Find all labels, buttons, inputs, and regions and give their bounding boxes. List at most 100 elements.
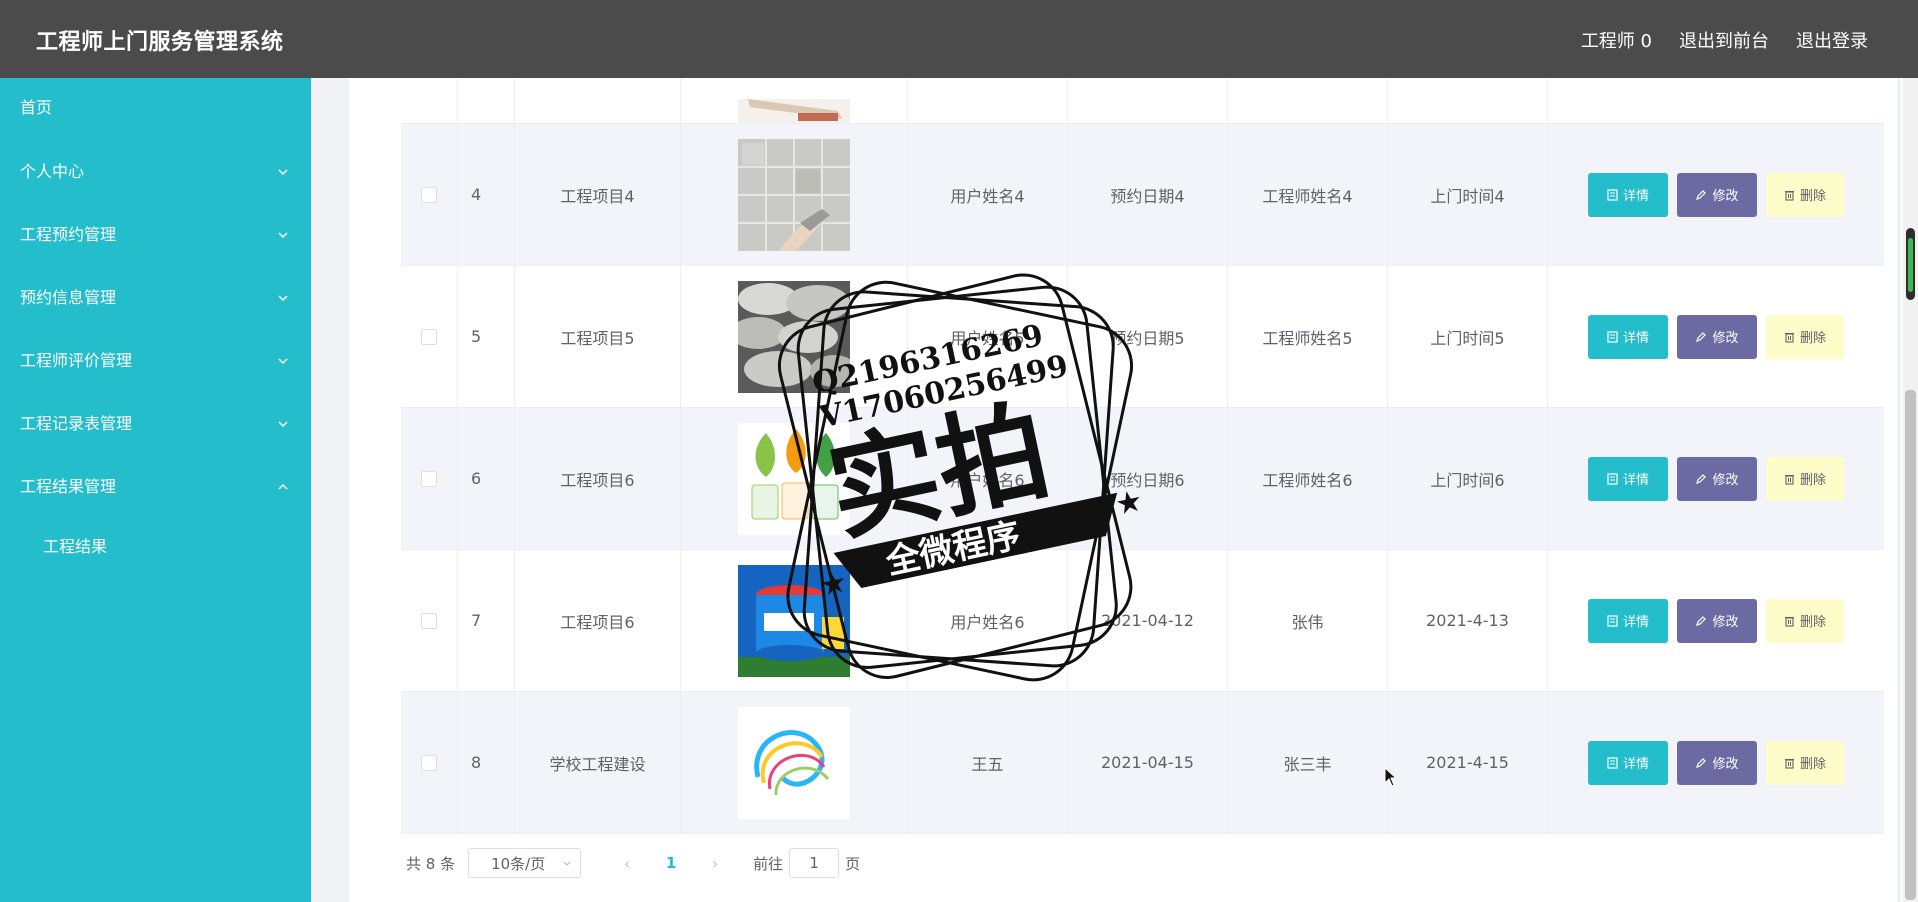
row-user: 王五 [908, 692, 1068, 833]
row-thumbnail [738, 280, 850, 393]
back-to-front-link[interactable]: 退出到前台 [1679, 27, 1769, 53]
pagination: 共 8 条 10条/页 ‹ 1 › 前往 1 页 [406, 848, 860, 878]
detail-button[interactable]: 详情 [1588, 314, 1668, 359]
chevron-down-icon [278, 295, 288, 302]
row-engineer: 工程师姓名6 [1228, 408, 1388, 549]
row-checkbox[interactable] [421, 328, 437, 345]
page-size-select[interactable]: 10条/页 [468, 848, 582, 878]
sidebar-item-engineer-review[interactable]: 工程师评价管理 [0, 333, 311, 389]
row-visit-time: 上门时间5 [1388, 266, 1548, 407]
chevron-up-icon [278, 483, 288, 490]
sidebar-item-label: 工程结果管理 [20, 477, 117, 496]
sidebar-item-personal-center[interactable]: 个人中心 [0, 144, 311, 200]
top-bar: 工程师上门服务管理系统 工程师 0 退出到前台 退出登录 [0, 0, 1918, 78]
row-project: 工程项目4 [515, 124, 681, 265]
prev-page-button[interactable]: ‹ [609, 854, 645, 873]
page-number[interactable]: 1 [653, 854, 689, 872]
delete-button[interactable]: 删除 [1766, 314, 1844, 359]
row-engineer: 工程师姓名5 [1228, 266, 1388, 407]
row-date: 预约日期4 [1068, 124, 1228, 265]
user-label[interactable]: 工程师 0 [1581, 27, 1652, 53]
row-user: 用户姓名4 [908, 124, 1068, 265]
sidebar-item-label: 个人中心 [20, 162, 85, 181]
row-project: 工程项目6 [515, 550, 681, 691]
document-icon [1607, 756, 1618, 769]
chevron-down-icon [278, 421, 288, 428]
row-checkbox[interactable] [421, 470, 437, 487]
edit-button[interactable]: 修改 [1677, 456, 1757, 501]
sidebar-item-booking-info[interactable]: 预约信息管理 [0, 270, 311, 326]
sidebar-item-label: 工程预约管理 [20, 225, 117, 244]
delete-button[interactable]: 删除 [1766, 172, 1844, 217]
delete-button[interactable]: 删除 [1766, 740, 1844, 785]
detail-button[interactable]: 详情 [1588, 456, 1668, 501]
row-user: 用户姓名6 [908, 550, 1068, 691]
row-visit-time: 上门时间4 [1388, 124, 1548, 265]
edit-button[interactable]: 修改 [1677, 172, 1757, 217]
trash-icon [1784, 758, 1794, 769]
app-title: 工程师上门服务管理系统 [36, 30, 284, 55]
row-visit-time: 2021-4-13 [1388, 550, 1548, 691]
results-table: 4 工程项目4 用户姓名4 预约日期4 工程师姓名4 上门时间4 详情 修改 删… [401, 78, 1884, 835]
row-project: 工程项目6 [515, 408, 681, 549]
sidebar-item-project-records[interactable]: 工程记录表管理 [0, 396, 311, 452]
next-page-button[interactable]: › [697, 854, 733, 873]
row-checkbox[interactable] [421, 754, 437, 771]
edit-button[interactable]: 修改 [1677, 598, 1757, 643]
document-icon [1607, 614, 1618, 627]
document-icon [1607, 472, 1618, 485]
delete-button[interactable]: 删除 [1766, 598, 1844, 643]
row-date: 2021-04-15 [1068, 692, 1228, 833]
chevron-down-icon [278, 169, 288, 176]
sidebar-item-home[interactable]: 首页 [0, 80, 311, 136]
scrollbar-thumb[interactable] [1905, 390, 1916, 900]
mouse-cursor-icon [1384, 767, 1398, 787]
goto-page-input[interactable]: 1 [789, 848, 840, 878]
row-engineer: 张三丰 [1228, 692, 1388, 833]
table-row: 6 工程项目6 用户姓名6 预约日期6 工程师姓名6 上门时间6 详情 修改 删… [401, 408, 1884, 550]
row-index: 4 [458, 124, 515, 265]
pencil-icon [1696, 615, 1707, 626]
sidebar-item-project-booking[interactable]: 工程预约管理 [0, 207, 311, 263]
sidebar-item-label: 工程记录表管理 [20, 414, 133, 433]
table-row [401, 78, 1884, 124]
sidebar: 首页 个人中心 工程预约管理 预约信息管理 工程师评价管理 工程记录表管理 工程… [0, 78, 311, 902]
table-row: 4 工程项目4 用户姓名4 预约日期4 工程师姓名4 上门时间4 详情 修改 删… [401, 124, 1884, 266]
pencil-icon [1696, 757, 1707, 768]
sidebar-subitem-results[interactable]: 工程结果 [0, 522, 311, 572]
total-count: 共 8 条 [406, 854, 456, 873]
edit-button[interactable]: 修改 [1677, 314, 1757, 359]
logout-link[interactable]: 退出登录 [1796, 27, 1868, 53]
trash-icon [1784, 616, 1794, 627]
detail-button[interactable]: 详情 [1588, 172, 1668, 217]
delete-button[interactable]: 删除 [1766, 456, 1844, 501]
row-index: 7 [458, 550, 515, 691]
detail-button[interactable]: 详情 [1588, 598, 1668, 643]
row-user: 用户姓名6 [908, 408, 1068, 549]
pencil-icon [1696, 473, 1707, 484]
row-project: 工程项目5 [515, 266, 681, 407]
trash-icon [1784, 332, 1794, 343]
goto-label: 前往 [753, 854, 784, 873]
row-checkbox[interactable] [421, 186, 437, 203]
chevron-down-icon [278, 232, 288, 239]
row-user: 用户姓名5 [908, 266, 1068, 407]
goto-suffix: 页 [845, 854, 861, 873]
edit-button[interactable]: 修改 [1677, 740, 1757, 785]
sidebar-item-project-results[interactable]: 工程结果管理 [0, 459, 311, 515]
sidebar-item-label: 工程师评价管理 [20, 351, 133, 370]
row-engineer: 工程师姓名4 [1228, 124, 1388, 265]
mini-scroll-indicator-inner [1908, 238, 1913, 292]
pencil-icon [1696, 189, 1707, 200]
trash-icon [1784, 474, 1794, 485]
row-thumbnail [738, 138, 850, 251]
detail-button[interactable]: 详情 [1588, 740, 1668, 785]
sidebar-item-label: 预约信息管理 [20, 288, 117, 307]
table-row: 5 工程项目5 用户姓名5 预约日期5 工程师姓名5 上门时间5 详情 修改 删… [401, 266, 1884, 408]
row-thumbnail [738, 422, 850, 535]
row-project: 学校工程建设 [515, 692, 681, 833]
content-card: 4 工程项目4 用户姓名4 预约日期4 工程师姓名4 上门时间4 详情 修改 删… [349, 78, 1897, 902]
row-date: 预约日期6 [1068, 408, 1228, 549]
top-actions: 工程师 0 退出到前台 退出登录 [1581, 27, 1868, 53]
row-checkbox[interactable] [421, 612, 437, 629]
